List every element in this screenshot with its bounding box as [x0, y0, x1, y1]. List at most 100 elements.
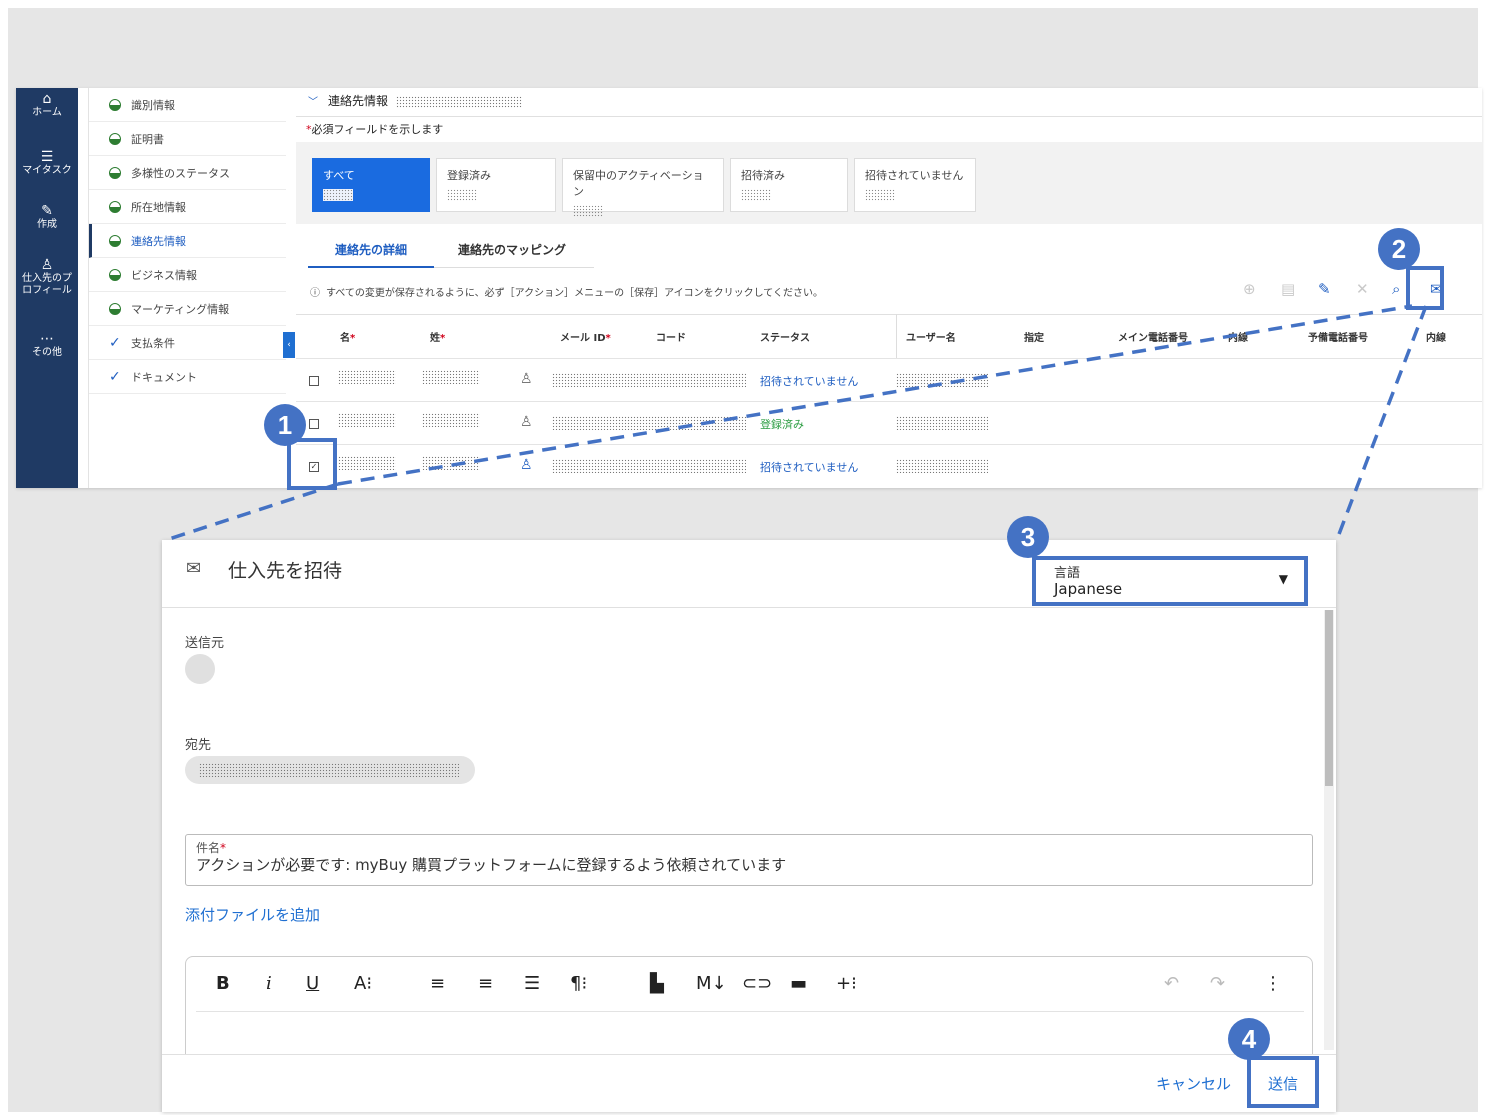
- underline-icon[interactable]: U: [306, 973, 319, 994]
- markdown-icon[interactable]: M↓: [696, 973, 727, 994]
- filter-card-pending[interactable]: 保留中のアクティベーション: [562, 158, 724, 217]
- filter-card-registered[interactable]: 登録済み: [436, 158, 556, 212]
- col-first-name: 名*: [340, 333, 356, 344]
- table-row[interactable]: ♙ 招待されていません: [296, 358, 1482, 401]
- align-left-icon[interactable]: ≡: [430, 973, 445, 994]
- highlight-language-select: [1032, 556, 1308, 606]
- profile-section-list: 識別情報 証明書 多様性のステータス 所在地情報 連絡先情報 ビジネス情報 マー…: [88, 88, 286, 488]
- editor-more-icon[interactable]: ⋮: [1264, 973, 1282, 994]
- folder-icon[interactable]: ▬: [790, 973, 807, 994]
- nav-more-label: その他: [32, 347, 62, 358]
- col-extension: 内線: [1228, 333, 1248, 344]
- search-details-icon[interactable]: ⌕: [1392, 280, 1400, 298]
- redacted-value: [896, 373, 988, 387]
- nav-my-tasks[interactable]: ☰ マイタスク: [16, 150, 78, 177]
- link-icon[interactable]: ⊂⊃: [742, 973, 772, 994]
- font-size-icon[interactable]: A⁝: [354, 973, 372, 994]
- redacted-value: [422, 370, 480, 384]
- subject-field[interactable]: 件名* アクションが必要です: myBuy 購買プラットフォームに登録するよう依…: [185, 834, 1313, 886]
- numbered-list-icon[interactable]: ☰: [524, 973, 540, 994]
- undo-icon[interactable]: ↶: [1164, 973, 1179, 994]
- row-checkbox[interactable]: [309, 419, 319, 429]
- dialog-title: 仕入先を招待: [228, 560, 343, 582]
- filter-card-all[interactable]: すべて: [312, 158, 430, 212]
- section-contacts[interactable]: 連絡先情報: [89, 224, 286, 258]
- section-certificates[interactable]: 証明書: [89, 122, 286, 156]
- redacted-value: [896, 416, 988, 430]
- home-icon: ⌂: [42, 91, 52, 107]
- nav-home-label: ホーム: [32, 107, 62, 118]
- save-icon[interactable]: ▤: [1281, 280, 1295, 298]
- add-icon[interactable]: ⊕: [1243, 280, 1256, 298]
- tab-contact-mapping[interactable]: 連絡先のマッピング: [458, 232, 566, 268]
- checkmark-icon: ✓: [109, 334, 121, 351]
- italic-icon[interactable]: i: [266, 973, 272, 994]
- section-payment-terms[interactable]: ✓ 支払条件: [89, 326, 286, 360]
- redo-icon[interactable]: ↷: [1210, 973, 1225, 994]
- redacted-count: [573, 205, 603, 217]
- contact-info-panel: ﹀ 連絡先情報 *必須フィールドを示します すべて 登録済み 保留中のアクティベー…: [296, 88, 1482, 488]
- section-identification[interactable]: 識別情報: [89, 88, 286, 122]
- checkmark-icon: ✓: [109, 368, 121, 385]
- section-diversity[interactable]: 多様性のステータス: [89, 156, 286, 190]
- tab-contact-details[interactable]: 連絡先の詳細: [308, 232, 434, 268]
- paragraph-icon[interactable]: ¶⁝: [570, 973, 587, 994]
- redacted-value: [552, 416, 746, 430]
- nav-create-label: 作成: [37, 219, 57, 230]
- align-center-icon[interactable]: ≡: [478, 973, 493, 994]
- highlight-row-checkbox: [287, 438, 337, 490]
- edit-icon[interactable]: ✎: [1318, 280, 1331, 298]
- add-attachment-link[interactable]: 添付ファイルを追加: [185, 904, 320, 925]
- more-actions-icon[interactable]: ⋮: [1476, 280, 1482, 298]
- filter-card-invited[interactable]: 招待済み: [730, 158, 848, 212]
- redacted-value: [338, 456, 396, 470]
- status-filter-cards: すべて 登録済み 保留中のアクティベーション 招待済み 招待されていません: [296, 142, 1482, 224]
- section-location[interactable]: 所在地情報: [89, 190, 286, 224]
- status-text: 招待されていません: [760, 375, 859, 388]
- col-main-phone: メイン電話番号: [1118, 333, 1188, 344]
- partial-status-icon: [109, 268, 121, 281]
- nav-my-tasks-label: マイタスク: [22, 165, 72, 176]
- nav-create[interactable]: ✎ 作成: [16, 204, 78, 231]
- info-icon: ⓘ: [310, 288, 320, 299]
- section-label: 多様性のステータス: [131, 166, 230, 180]
- nav-home[interactable]: ⌂ ホーム: [16, 92, 78, 119]
- bold-icon[interactable]: B: [216, 973, 230, 994]
- table-row[interactable]: ✓ ♙ 招待されていません: [296, 444, 1482, 487]
- insert-more-icon[interactable]: +⁝: [836, 973, 857, 994]
- cancel-button[interactable]: キャンセル: [1156, 1073, 1231, 1094]
- redacted-value: [552, 459, 746, 473]
- task-list-icon: ☰: [40, 149, 54, 165]
- user-icon: ♙: [520, 414, 533, 430]
- table-row[interactable]: ♙ 登録済み: [296, 401, 1482, 444]
- redacted-count: [865, 189, 895, 201]
- recipient-chip[interactable]: [185, 756, 475, 784]
- row-checkbox[interactable]: [309, 376, 319, 386]
- redacted-count: [447, 189, 477, 201]
- document-icon[interactable]: ▙: [650, 973, 664, 994]
- redacted-value: [338, 370, 396, 384]
- section-marketing[interactable]: マーケティング情報: [89, 292, 286, 326]
- redacted-value: [199, 763, 459, 777]
- section-label: ビジネス情報: [131, 268, 197, 282]
- contact-tabs: 連絡先の詳細 連絡先のマッピング: [308, 232, 594, 268]
- collapse-sidebar-button[interactable]: ‹: [283, 332, 295, 358]
- col-status: ステータス: [760, 333, 810, 344]
- filter-card-not-invited[interactable]: 招待されていません: [854, 158, 976, 212]
- dialog-scroll-thumb[interactable]: [1325, 610, 1333, 786]
- delete-icon[interactable]: ✕: [1356, 280, 1369, 298]
- subject-value[interactable]: アクションが必要です: myBuy 購買プラットフォームに登録するよう依頼されて…: [196, 854, 786, 875]
- redacted-value: [422, 413, 480, 427]
- section-header[interactable]: ﹀ 連絡先情報: [308, 92, 522, 109]
- nav-more[interactable]: ⋯ その他: [16, 332, 78, 359]
- section-documents[interactable]: ✓ ドキュメント: [89, 360, 286, 394]
- status-text: 招待されていません: [760, 461, 859, 474]
- partial-status-icon: [109, 302, 121, 315]
- nav-supplier-profile[interactable]: ♙ 仕入先のプロフィール: [16, 258, 78, 297]
- section-business[interactable]: ビジネス情報: [89, 258, 286, 292]
- redacted-value: [896, 459, 988, 473]
- save-info: ⓘ すべての変更が保存されるように、必ず［アクション］メニューの［保存］アイコンを…: [310, 284, 823, 299]
- editor-divider: [196, 1011, 1304, 1012]
- partial-status-icon: [109, 132, 121, 145]
- status-text: 登録済み: [760, 418, 804, 431]
